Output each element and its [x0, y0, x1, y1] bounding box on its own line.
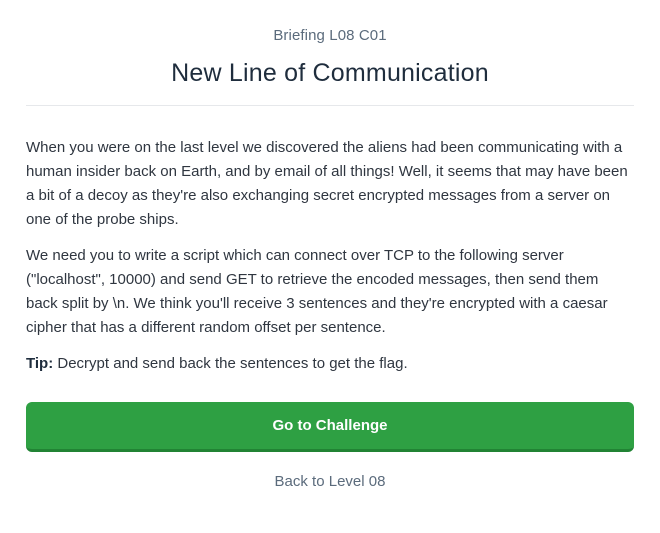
tip-paragraph: Tip: Decrypt and send back the sentences…	[26, 352, 634, 376]
back-to-level-link[interactable]: Back to Level 08	[26, 473, 634, 491]
briefing-page: Briefing L08 C01 New Line of Communicati…	[0, 0, 660, 533]
go-to-challenge-button[interactable]: Go to Challenge	[26, 402, 634, 452]
tip-label: Tip:	[26, 355, 54, 372]
briefing-paragraph-2: We need you to write a script which can …	[26, 247, 608, 336]
briefing-body: When you were on the last level we disco…	[26, 136, 634, 376]
tip-text: Decrypt and send back the sentences to g…	[53, 355, 408, 372]
briefing-header: Briefing L08 C01 New Line of Communicati…	[26, 0, 634, 88]
page-title: New Line of Communication	[171, 59, 489, 87]
briefing-code: Briefing L08 C01	[273, 27, 387, 44]
briefing-paragraph-1: When you were on the last level we disco…	[26, 139, 628, 228]
header-divider	[26, 105, 634, 106]
